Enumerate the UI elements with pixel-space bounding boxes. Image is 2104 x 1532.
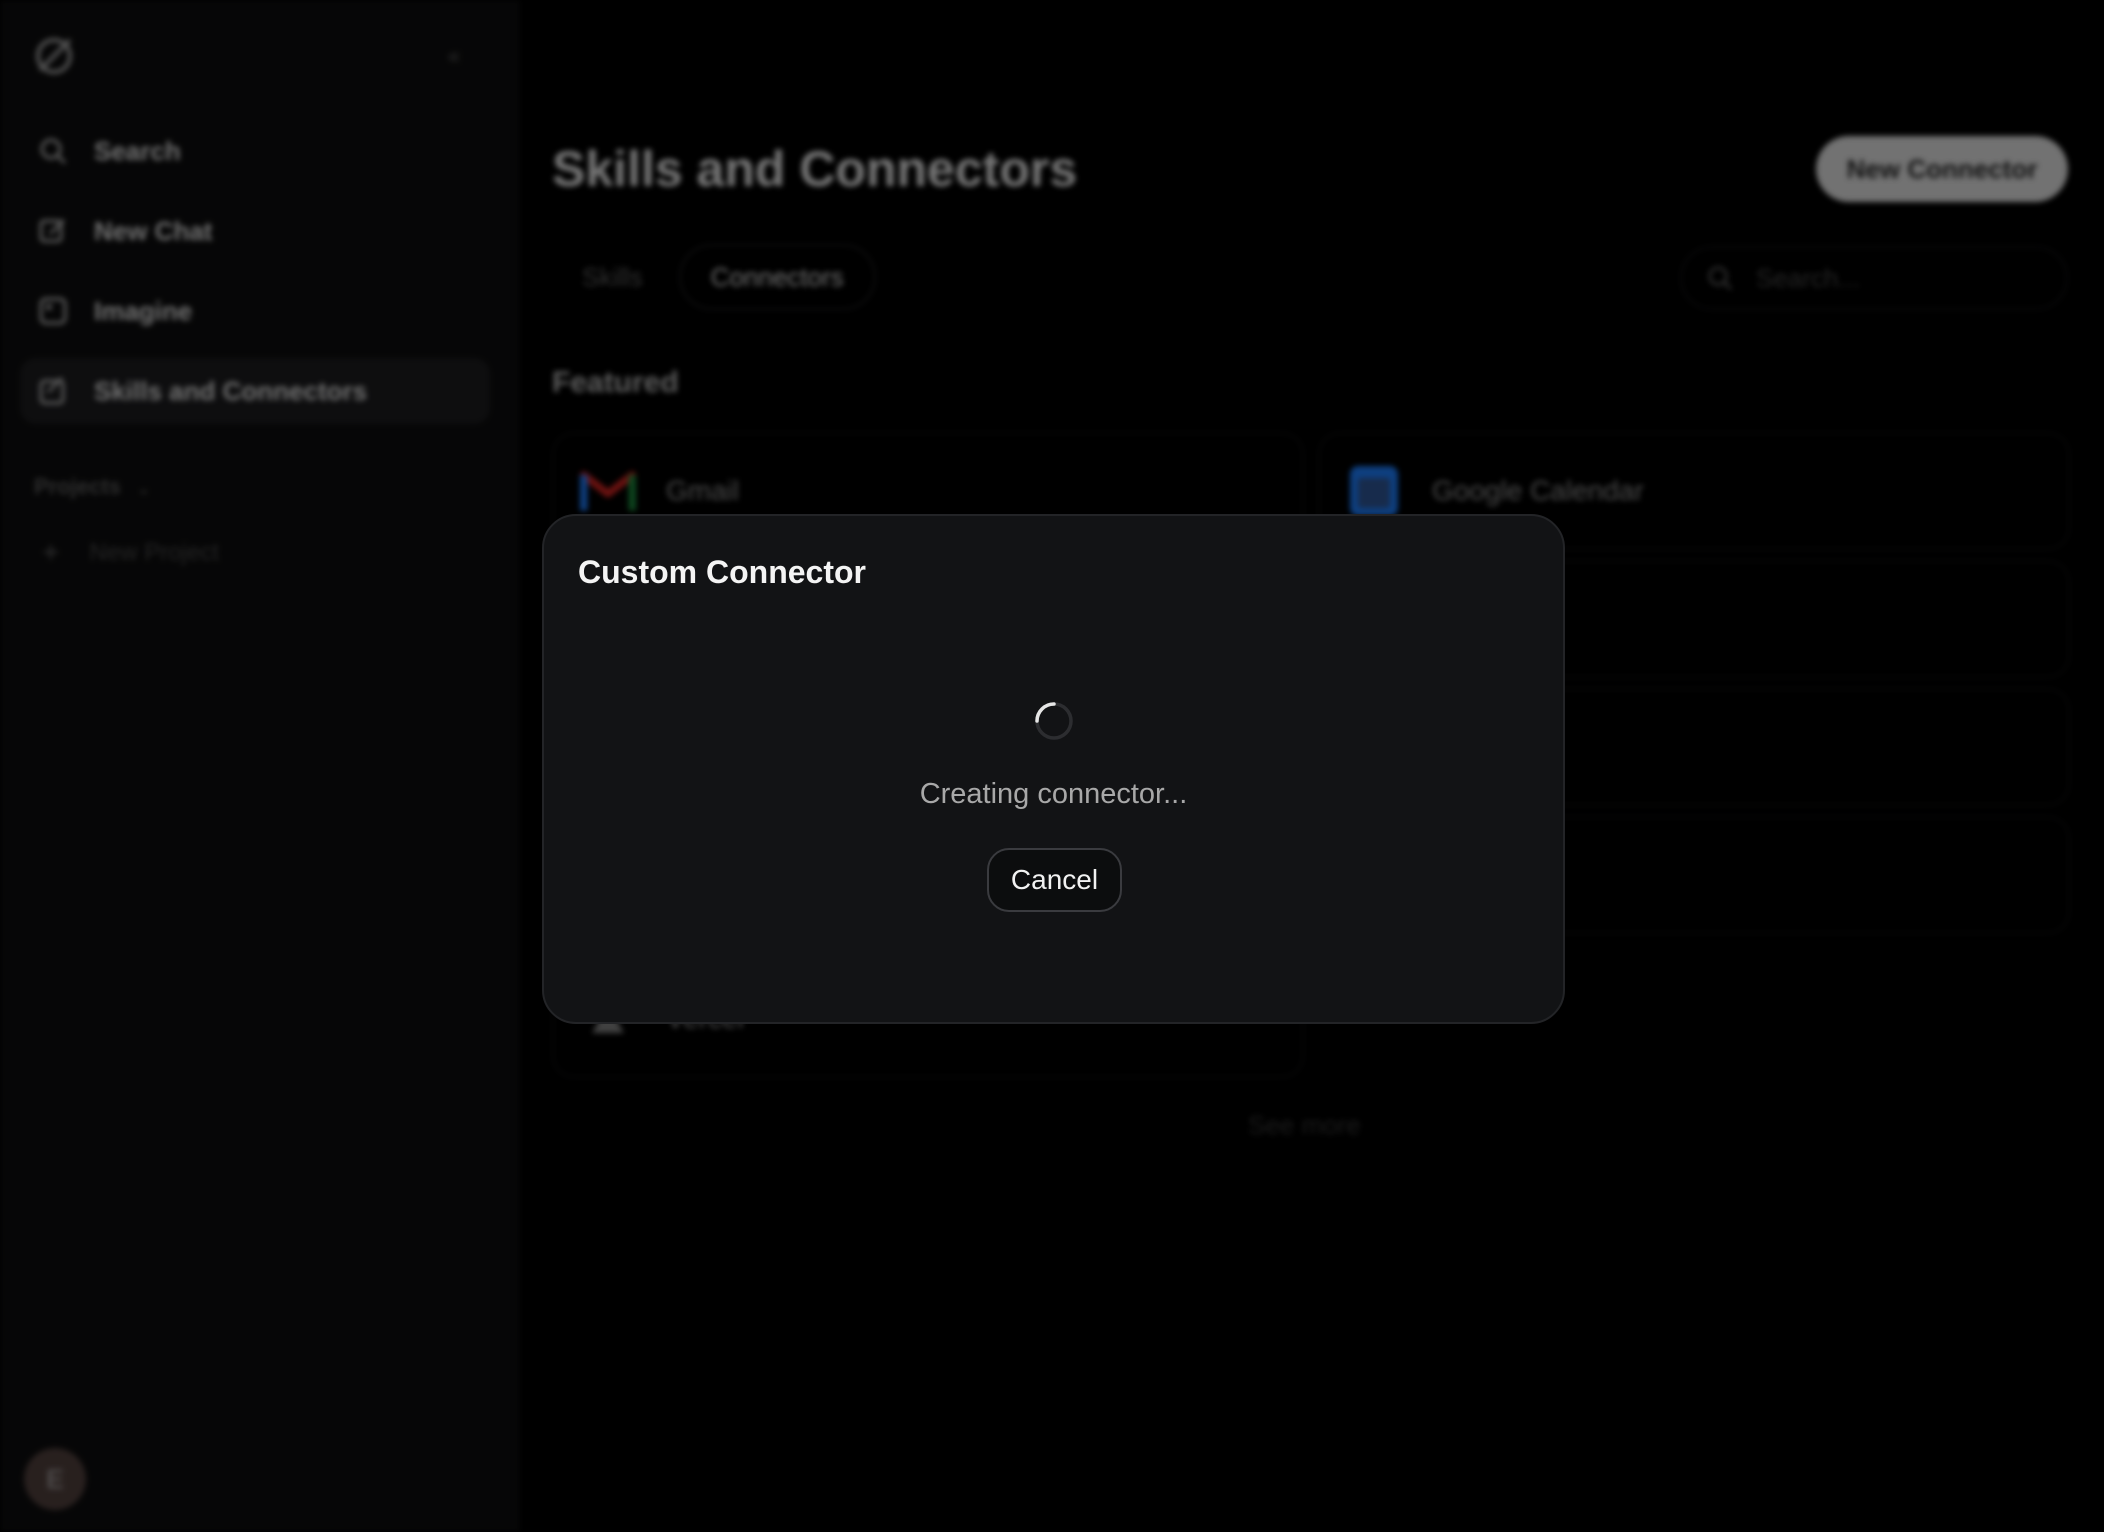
status-message: Creating connector...: [919, 778, 1188, 810]
loading-spinner-icon: [1033, 700, 1075, 742]
cancel-button[interactable]: Cancel: [987, 848, 1122, 912]
custom-connector-dialog: Custom Connector Creating connector... C…: [542, 514, 1565, 1024]
dialog-title: Custom Connector: [578, 554, 866, 590]
